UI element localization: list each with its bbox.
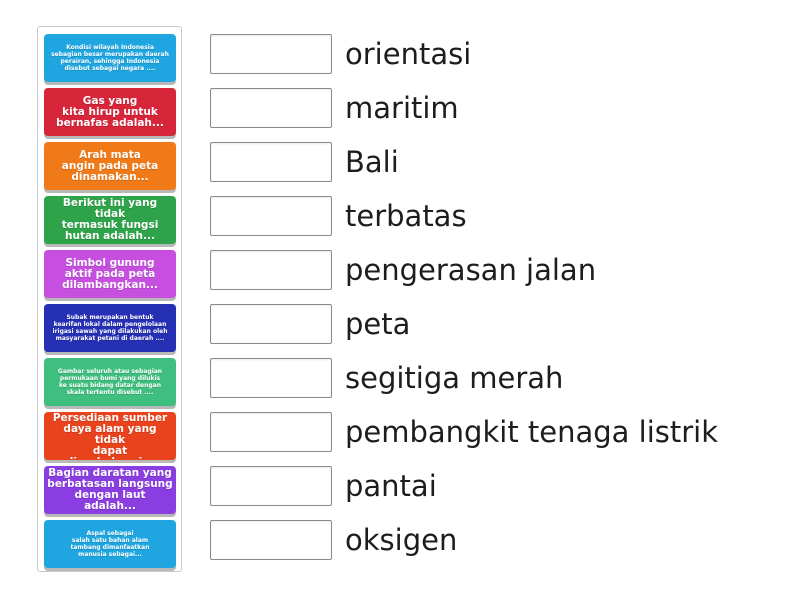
question-tile-4[interactable]: Berikut ini yang tidak termasuk fungsi h… xyxy=(44,196,176,244)
drop-slot[interactable] xyxy=(210,304,332,344)
question-tile-text: Kondisi wilayah Indonesia sebagian besar… xyxy=(51,44,169,72)
answer-label: segitiga merah xyxy=(345,361,564,395)
answer-row-3: Bali xyxy=(210,141,399,183)
answer-row-5: pengerasan jalan xyxy=(210,249,596,291)
answer-label: orientasi xyxy=(345,37,472,71)
answer-row-9: pantai xyxy=(210,465,437,507)
question-tile-5[interactable]: Simbol gunung aktif pada peta dilambangk… xyxy=(44,250,176,298)
answer-row-2: maritim xyxy=(210,87,459,129)
drop-slot[interactable] xyxy=(210,196,332,236)
drop-slot[interactable] xyxy=(210,142,332,182)
answer-label: terbatas xyxy=(345,199,467,233)
answer-label: Bali xyxy=(345,145,399,179)
answer-label: pantai xyxy=(345,469,437,503)
answer-label: maritim xyxy=(345,91,459,125)
question-tile-tray: Kondisi wilayah Indonesia sebagian besar… xyxy=(37,26,182,572)
question-tile-1[interactable]: Kondisi wilayah Indonesia sebagian besar… xyxy=(44,34,176,82)
answer-row-6: peta xyxy=(210,303,410,345)
drop-slot[interactable] xyxy=(210,358,332,398)
question-tile-text: Arah mata angin pada peta dinamakan... xyxy=(61,149,159,183)
answer-row-4: terbatas xyxy=(210,195,467,237)
drop-slot[interactable] xyxy=(210,88,332,128)
question-tile-text: Subak merupakan bentuk kearifan lokal da… xyxy=(52,314,168,342)
question-tile-text: Gambar seluruh atau sebagian permukaan b… xyxy=(57,368,163,396)
question-tile-10[interactable]: Aspal sebagai salah satu bahan alam tamb… xyxy=(44,520,176,568)
question-tile-text: Persediaan sumber daya alam yang tidak d… xyxy=(52,413,168,459)
drop-slot[interactable] xyxy=(210,520,332,560)
question-tile-6[interactable]: Subak merupakan bentuk kearifan lokal da… xyxy=(44,304,176,352)
question-tile-text: Simbol gunung aktif pada peta dilambangk… xyxy=(62,257,158,291)
question-tile-3[interactable]: Arah mata angin pada peta dinamakan... xyxy=(44,142,176,190)
drop-slot[interactable] xyxy=(210,34,332,74)
question-tile-text: Aspal sebagai salah satu bahan alam tamb… xyxy=(70,530,150,558)
answer-label: peta xyxy=(345,307,411,341)
question-tile-8[interactable]: Persediaan sumber daya alam yang tidak d… xyxy=(44,412,176,460)
question-tile-text: Gas yang kita hirup untuk bernafas adala… xyxy=(56,95,164,129)
drop-slot[interactable] xyxy=(210,250,332,290)
answer-label: pengerasan jalan xyxy=(345,253,597,287)
drop-slot[interactable] xyxy=(210,466,332,506)
answer-label: oksigen xyxy=(345,523,458,557)
drop-slot[interactable] xyxy=(210,412,332,452)
answer-row-1: orientasi xyxy=(210,33,471,75)
answer-label: pembangkit tenaga listrik xyxy=(345,415,719,449)
question-tile-2[interactable]: Gas yang kita hirup untuk bernafas adala… xyxy=(44,88,176,136)
question-tile-7[interactable]: Gambar seluruh atau sebagian permukaan b… xyxy=(44,358,176,406)
answer-row-10: oksigen xyxy=(210,519,457,561)
answer-row-7: segitiga merah xyxy=(210,357,563,399)
question-tile-9[interactable]: Bagian daratan yang berbatasan langsung … xyxy=(44,466,176,514)
question-tile-text: Berikut ini yang tidak termasuk fungsi h… xyxy=(61,198,159,242)
answer-row-8: pembangkit tenaga listrik xyxy=(210,411,718,453)
question-tile-text: Bagian daratan yang berbatasan langsung … xyxy=(47,468,173,512)
